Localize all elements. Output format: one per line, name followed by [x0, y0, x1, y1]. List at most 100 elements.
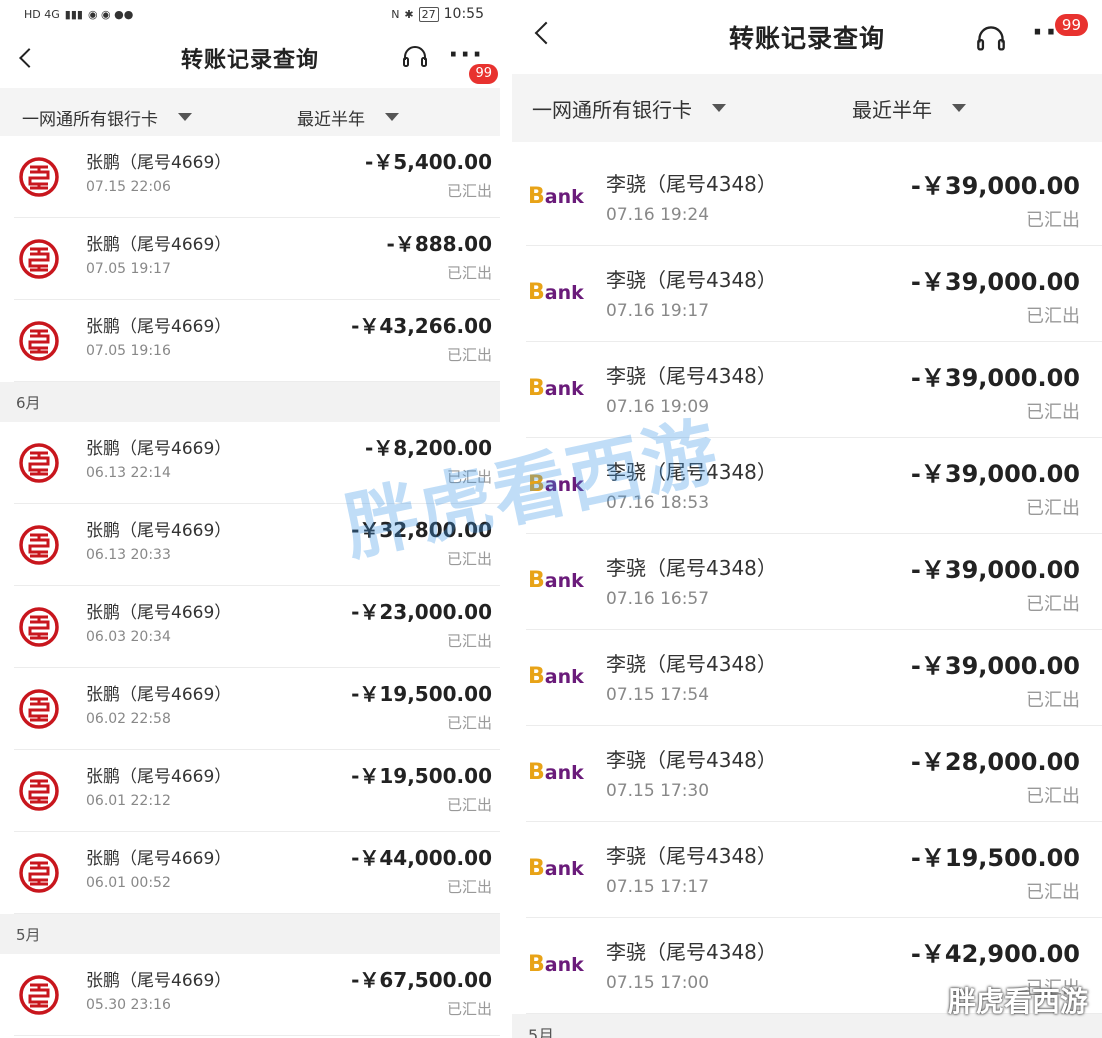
transfer-amount: -￥888.00	[386, 232, 492, 256]
transfer-status: 已汇出	[1026, 210, 1080, 231]
transfer-time: 07.16 19:24	[606, 205, 710, 225]
transfer-time: 06.01 00:52	[86, 875, 171, 891]
icbc-logo-icon	[19, 525, 59, 565]
period-filter-dropdown[interactable]: 最近半年	[852, 94, 966, 123]
card-filter-dropdown[interactable]: 一网通所有银行卡	[22, 105, 297, 130]
transfer-time: 07.16 19:09	[606, 397, 710, 417]
transfer-amount: -￥8,200.00	[365, 436, 492, 460]
transfer-row[interactable]: 张鹏（尾号4669） 06.03 20:34 -￥23,000.00 已汇出	[0, 586, 500, 668]
transfer-amount: -￥44,000.00	[351, 846, 492, 870]
transfer-status: 已汇出	[446, 878, 492, 896]
left-screenshot: HD 4G ▮▮▮ ◉ ◉ ●● N ✱ 27 10:55 转账记录查询 ···…	[0, 0, 500, 1038]
transfer-status: 已汇出	[1026, 786, 1080, 807]
recipient-name: 李骁（尾号4348）	[606, 844, 777, 868]
transfer-row[interactable]: 张鹏（尾号4669） 06.02 22:58 -￥19,500.00 已汇出	[0, 668, 500, 750]
bank-logo-letter: B	[528, 856, 545, 881]
caret-down-icon	[952, 104, 966, 112]
transfer-time: 06.13 22:14	[86, 465, 171, 481]
nav-header: 转账记录查询 ··· 99	[512, 0, 1102, 74]
icbc-logo-icon	[19, 321, 59, 361]
transfer-row[interactable]: 张鹏（尾号4669） 06.13 20:33 -￥32,800.00 已汇出	[0, 504, 500, 586]
transfer-status: 已汇出	[1026, 498, 1080, 519]
transfer-row[interactable]: 张鹏（尾号4669） 05.30 23:16 -￥67,500.00 已汇出	[0, 954, 500, 1036]
transfer-time: 06.01 22:12	[86, 793, 171, 809]
recipient-name: 李骁（尾号4348）	[606, 556, 777, 580]
transfer-status: 已汇出	[1026, 690, 1080, 711]
recipient-name: 李骁（尾号4348）	[606, 172, 777, 196]
headset-icon[interactable]	[976, 26, 1006, 52]
period-filter-label: 最近半年	[852, 97, 932, 122]
transfer-amount: -￥39,000.00	[910, 556, 1080, 584]
transfer-time: 07.15 17:00	[606, 973, 710, 993]
transfer-time: 06.13 20:33	[86, 547, 171, 563]
transfer-row[interactable]: 张鹏（尾号4669） 07.15 22:06 -￥5,400.00 已汇出	[0, 136, 500, 218]
transfer-amount: -￥39,000.00	[910, 268, 1080, 296]
icbc-logo-icon	[19, 975, 59, 1015]
recipient-name: 张鹏（尾号4669）	[86, 317, 232, 337]
transfer-row[interactable]: 张鹏（尾号4669） 06.01 00:52 -￥44,000.00 已汇出	[0, 832, 500, 914]
bank-logo-rest: ank	[544, 858, 584, 880]
bank-logo-icon: Bank	[528, 856, 584, 884]
icbc-logo-icon	[19, 771, 59, 811]
notification-badge: 99	[469, 64, 498, 84]
transfer-time: 06.02 22:58	[86, 711, 171, 727]
bank-logo-icon: Bank	[528, 472, 584, 500]
transfer-status: 已汇出	[446, 468, 492, 486]
bank-logo-icon: Bank	[528, 952, 584, 980]
bank-logo-rest: ank	[544, 474, 584, 496]
bank-logo-letter: B	[528, 280, 545, 305]
transfer-row[interactable]: Bank 李骁（尾号4348） 07.16 16:57 -￥39,000.00 已汇出	[512, 534, 1102, 630]
transfer-amount: -￥39,000.00	[910, 364, 1080, 392]
recipient-name: 张鹏（尾号4669）	[86, 685, 232, 705]
bank-logo-icon: Bank	[528, 376, 584, 404]
transfer-amount: -￥67,500.00	[351, 968, 492, 992]
transfer-time: 07.16 18:53	[606, 493, 710, 513]
recipient-name: 张鹏（尾号4669）	[86, 153, 232, 173]
bank-logo-letter: B	[528, 664, 545, 689]
nav-header: 转账记录查询 ··· 99	[0, 28, 500, 88]
transfer-row[interactable]: Bank 李骁（尾号4348） 07.16 19:17 -￥39,000.00 已汇出	[512, 246, 1102, 342]
transfer-row[interactable]: Bank 李骁（尾号4348） 07.15 17:30 -￥28,000.00 已汇出	[512, 726, 1102, 822]
transfer-status: 已汇出	[446, 264, 492, 282]
back-arrow-icon[interactable]	[534, 21, 558, 45]
transfer-list: 张鹏（尾号4669） 07.15 22:06 -￥5,400.00 已汇出 张鹏（尾号4…	[0, 136, 500, 1036]
icbc-logo-icon	[19, 443, 59, 483]
transfer-time: 07.16 19:17	[606, 301, 710, 321]
transfer-time: 07.15 17:30	[606, 781, 710, 801]
transfer-row[interactable]: Bank 李骁（尾号4348） 07.16 19:24 -￥39,000.00 已汇出	[512, 150, 1102, 246]
network-indicator: HD 4G	[24, 7, 60, 21]
bank-logo-icon: Bank	[528, 760, 584, 788]
transfer-status: 已汇出	[446, 346, 492, 364]
recipient-name: 李骁（尾号4348）	[606, 460, 777, 484]
caret-down-icon	[178, 113, 192, 121]
status-time: 10:55	[443, 6, 484, 22]
app-notification-icons: ◉ ◉ ●●	[87, 7, 134, 21]
transfer-row[interactable]: Bank 李骁（尾号4348） 07.16 18:53 -￥39,000.00 已汇出	[512, 438, 1102, 534]
period-filter-label: 最近半年	[297, 109, 365, 130]
headset-icon[interactable]	[402, 46, 428, 68]
page-title: 转账记录查询	[728, 24, 885, 53]
transfer-row[interactable]: 张鹏（尾号4669） 06.01 22:12 -￥19,500.00 已汇出	[0, 750, 500, 832]
transfer-amount: -￥23,000.00	[351, 600, 492, 624]
transfer-row[interactable]: Bank 李骁（尾号4348） 07.15 17:17 -￥19,500.00 已汇出	[512, 822, 1102, 918]
recipient-name: 张鹏（尾号4669）	[86, 603, 232, 623]
bank-logo-rest: ank	[544, 570, 584, 592]
transfer-row[interactable]: 张鹏（尾号4669） 07.05 19:17 -￥888.00 已汇出	[0, 218, 500, 300]
bank-logo-rest: ank	[544, 954, 584, 976]
card-filter-label: 一网通所有银行卡	[22, 109, 158, 130]
back-arrow-icon[interactable]	[19, 48, 39, 68]
bank-logo-rest: ank	[544, 762, 584, 784]
right-screenshot: 转账记录查询 ··· 99 一网通所有银行卡 最近半年 Bank 李骁（尾号434…	[512, 0, 1102, 1038]
card-filter-dropdown[interactable]: 一网通所有银行卡	[532, 94, 852, 123]
transfer-row[interactable]: 张鹏（尾号4669） 07.05 19:16 -￥43,266.00 已汇出	[0, 300, 500, 382]
transfer-row[interactable]: Bank 李骁（尾号4348） 07.16 19:09 -￥39,000.00 已汇出	[512, 342, 1102, 438]
icbc-logo-icon	[19, 689, 59, 729]
bank-logo-rest: ank	[544, 186, 584, 208]
transfer-status: 已汇出	[1026, 306, 1080, 327]
status-right: N ✱ 27 10:55	[391, 6, 484, 22]
period-filter-dropdown[interactable]: 最近半年	[297, 105, 399, 130]
transfer-row[interactable]: Bank 李骁（尾号4348） 07.15 17:54 -￥39,000.00 已汇出	[512, 630, 1102, 726]
transfer-amount: -￥32,800.00	[351, 518, 492, 542]
icbc-logo-icon	[19, 607, 59, 647]
transfer-row[interactable]: 张鹏（尾号4669） 06.13 22:14 -￥8,200.00 已汇出	[0, 422, 500, 504]
